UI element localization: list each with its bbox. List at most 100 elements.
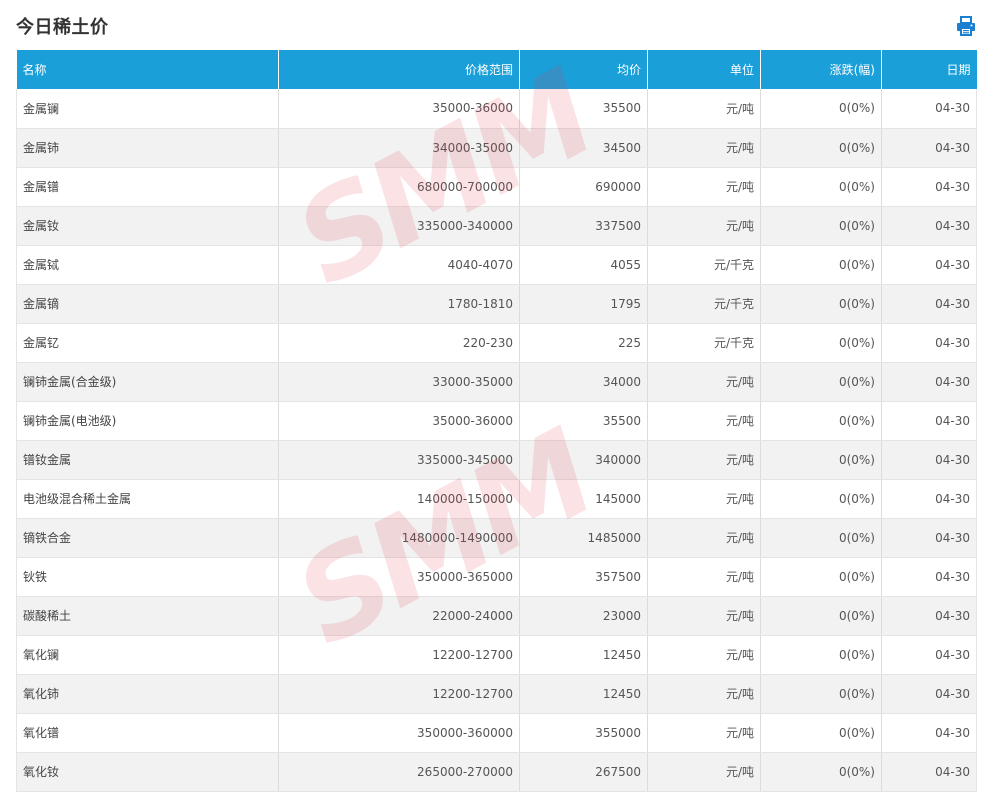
unit-cell: 元/千克	[647, 284, 761, 324]
date-cell: 04-30	[881, 245, 977, 285]
date-cell: 04-30	[881, 284, 977, 324]
column-header-average-price[interactable]: 均价	[519, 50, 648, 89]
table-row[interactable]: 金属镧 35000-36000 35500 元/吨 0(0%) 04-30	[16, 89, 977, 129]
table-row[interactable]: 镨钕金属 335000-345000 340000 元/吨 0(0%) 04-30	[16, 440, 977, 480]
average-price-cell: 267500	[519, 752, 648, 792]
price-range-cell: 265000-270000	[278, 752, 520, 792]
table-row[interactable]: 氧化钕 265000-270000 267500 元/吨 0(0%) 04-30	[16, 752, 977, 792]
column-header-date[interactable]: 日期	[882, 50, 977, 89]
table-row[interactable]: 镧铈金属(电池级) 35000-36000 35500 元/吨 0(0%) 04-30	[16, 401, 977, 441]
price-range-cell: 680000-700000	[278, 167, 520, 207]
date-cell: 04-30	[881, 128, 977, 168]
product-name-cell[interactable]: 镧铈金属(电池级)	[16, 401, 279, 441]
date-cell: 04-30	[881, 713, 977, 753]
unit-cell: 元/吨	[647, 89, 761, 129]
product-name-cell[interactable]: 镧铈金属(合金级)	[16, 362, 279, 402]
table-row[interactable]: 镧铈金属(合金级) 33000-35000 34000 元/吨 0(0%) 04-30	[16, 362, 977, 402]
price-range-cell: 140000-150000	[278, 479, 520, 519]
change-cell: 0(0%)	[760, 401, 882, 441]
date-cell: 04-30	[881, 440, 977, 480]
table-body: 金属镧 35000-36000 35500 元/吨 0(0%) 04-30 金属铈 34000…	[16, 89, 977, 792]
table-row[interactable]: 氧化镨 350000-360000 355000 元/吨 0(0%) 04-30	[16, 713, 977, 753]
change-cell: 0(0%)	[760, 284, 882, 324]
product-name-cell[interactable]: 金属镨	[16, 167, 279, 207]
unit-cell: 元/吨	[647, 479, 761, 519]
change-cell: 0(0%)	[760, 596, 882, 636]
change-cell: 0(0%)	[760, 128, 882, 168]
product-name-cell[interactable]: 氧化钕	[16, 752, 279, 792]
product-name-cell[interactable]: 金属钇	[16, 323, 279, 363]
average-price-cell: 4055	[519, 245, 648, 285]
table-row[interactable]: 氧化镧 12200-12700 12450 元/吨 0(0%) 04-30	[16, 635, 977, 675]
table-row[interactable]: 碳酸稀土 22000-24000 23000 元/吨 0(0%) 04-30	[16, 596, 977, 636]
table-row[interactable]: 金属镨 680000-700000 690000 元/吨 0(0%) 04-30	[16, 167, 977, 207]
product-name-cell[interactable]: 金属钕	[16, 206, 279, 246]
change-cell: 0(0%)	[760, 635, 882, 675]
header-row: 名称 价格范围 均价 单位 涨跌(幅) 日期	[16, 50, 977, 89]
column-header-price-range[interactable]: 价格范围	[278, 50, 520, 89]
unit-cell: 元/吨	[647, 596, 761, 636]
average-price-cell: 225	[519, 323, 648, 363]
average-price-cell: 34500	[519, 128, 648, 168]
table-row[interactable]: 金属铽 4040-4070 4055 元/千克 0(0%) 04-30	[16, 245, 977, 285]
date-cell: 04-30	[881, 479, 977, 519]
table-row[interactable]: 金属镝 1780-1810 1795 元/千克 0(0%) 04-30	[16, 284, 977, 324]
average-price-cell: 35500	[519, 401, 648, 441]
average-price-cell: 340000	[519, 440, 648, 480]
price-range-cell: 220-230	[278, 323, 520, 363]
product-name-cell[interactable]: 氧化铈	[16, 674, 279, 714]
product-name-cell[interactable]: 碳酸稀土	[16, 596, 279, 636]
product-name-cell[interactable]: 镝铁合金	[16, 518, 279, 558]
date-cell: 04-30	[881, 635, 977, 675]
page-header: 今日稀土价	[16, 0, 976, 50]
price-range-cell: 4040-4070	[278, 245, 520, 285]
product-name-cell[interactable]: 金属镧	[16, 89, 279, 129]
product-name-cell[interactable]: 钬铁	[16, 557, 279, 597]
product-name-cell[interactable]: 氧化镧	[16, 635, 279, 675]
table-row[interactable]: 金属钇 220-230 225 元/千克 0(0%) 04-30	[16, 323, 977, 363]
average-price-cell: 12450	[519, 635, 648, 675]
table-row[interactable]: 金属铈 34000-35000 34500 元/吨 0(0%) 04-30	[16, 128, 977, 168]
change-cell: 0(0%)	[760, 440, 882, 480]
product-name-cell[interactable]: 金属铽	[16, 245, 279, 285]
table-header: 名称 价格范围 均价 单位 涨跌(幅) 日期	[16, 50, 977, 89]
average-price-cell: 1795	[519, 284, 648, 324]
table-row[interactable]: 金属钕 335000-340000 337500 元/吨 0(0%) 04-30	[16, 206, 977, 246]
date-cell: 04-30	[881, 596, 977, 636]
average-price-cell: 357500	[519, 557, 648, 597]
unit-cell: 元/千克	[647, 245, 761, 285]
table-row[interactable]: 氧化铈 12200-12700 12450 元/吨 0(0%) 04-30	[16, 674, 977, 714]
unit-cell: 元/吨	[647, 440, 761, 480]
table-row[interactable]: 镝铁合金 1480000-1490000 1485000 元/吨 0(0%) 04-30	[16, 518, 977, 558]
date-cell: 04-30	[881, 518, 977, 558]
unit-cell: 元/吨	[647, 557, 761, 597]
price-range-cell: 22000-24000	[278, 596, 520, 636]
product-name-cell[interactable]: 镨钕金属	[16, 440, 279, 480]
product-name-cell[interactable]: 氧化镨	[16, 713, 279, 753]
unit-cell: 元/吨	[647, 674, 761, 714]
change-cell: 0(0%)	[760, 752, 882, 792]
table-row[interactable]: 电池级混合稀土金属 140000-150000 145000 元/吨 0(0%) 04-3…	[16, 479, 977, 519]
average-price-cell: 1485000	[519, 518, 648, 558]
date-cell: 04-30	[881, 206, 977, 246]
product-name-cell[interactable]: 金属铈	[16, 128, 279, 168]
average-price-cell: 35500	[519, 89, 648, 129]
unit-cell: 元/千克	[647, 323, 761, 363]
average-price-cell: 355000	[519, 713, 648, 753]
table-row[interactable]: 钬铁 350000-365000 357500 元/吨 0(0%) 04-30	[16, 557, 977, 597]
printer-icon[interactable]	[956, 16, 976, 36]
price-range-cell: 35000-36000	[278, 401, 520, 441]
column-header-change[interactable]: 涨跌(幅)	[760, 50, 882, 89]
product-name-cell[interactable]: 电池级混合稀土金属	[16, 479, 279, 519]
unit-cell: 元/吨	[647, 518, 761, 558]
price-range-cell: 12200-12700	[278, 635, 520, 675]
price-range-cell: 350000-365000	[278, 557, 520, 597]
change-cell: 0(0%)	[760, 362, 882, 402]
price-range-cell: 1780-1810	[278, 284, 520, 324]
column-header-name[interactable]: 名称	[16, 50, 279, 89]
column-header-unit[interactable]: 单位	[647, 50, 761, 89]
change-cell: 0(0%)	[760, 713, 882, 753]
price-range-cell: 35000-36000	[278, 89, 520, 129]
product-name-cell[interactable]: 金属镝	[16, 284, 279, 324]
unit-cell: 元/吨	[647, 713, 761, 753]
